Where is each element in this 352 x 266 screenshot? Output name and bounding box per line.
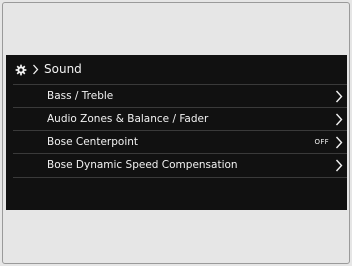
menu-item-speed-compensation[interactable]: Bose Dynamic Speed Compensation: [13, 153, 347, 178]
menu-item-label: Bose Dynamic Speed Compensation: [47, 159, 238, 171]
menu-item-label: Bose Centerpoint: [47, 136, 139, 148]
chevron-right-icon: [335, 113, 343, 126]
sound-menu-screen: Sound Bass / Treble Audio Zones & Balanc…: [6, 55, 347, 210]
chevron-right-icon: [335, 136, 343, 149]
chevron-right-icon: [335, 90, 343, 103]
menu-header: Sound: [6, 55, 347, 82]
gear-icon[interactable]: [15, 64, 27, 76]
chevron-right-icon: [33, 64, 39, 75]
menu-item-audio-zones[interactable]: Audio Zones & Balance / Fader: [13, 107, 347, 131]
page-title: Sound: [44, 62, 82, 76]
menu-item-bose-centerpoint[interactable]: Bose Centerpoint OFF: [13, 130, 347, 154]
menu-item-label: Bass / Treble: [47, 90, 114, 102]
menu-item-label: Audio Zones & Balance / Fader: [47, 113, 209, 125]
status-value: OFF: [314, 138, 329, 146]
chevron-right-icon: [335, 159, 343, 172]
menu-item-bass-treble[interactable]: Bass / Treble: [13, 84, 347, 108]
